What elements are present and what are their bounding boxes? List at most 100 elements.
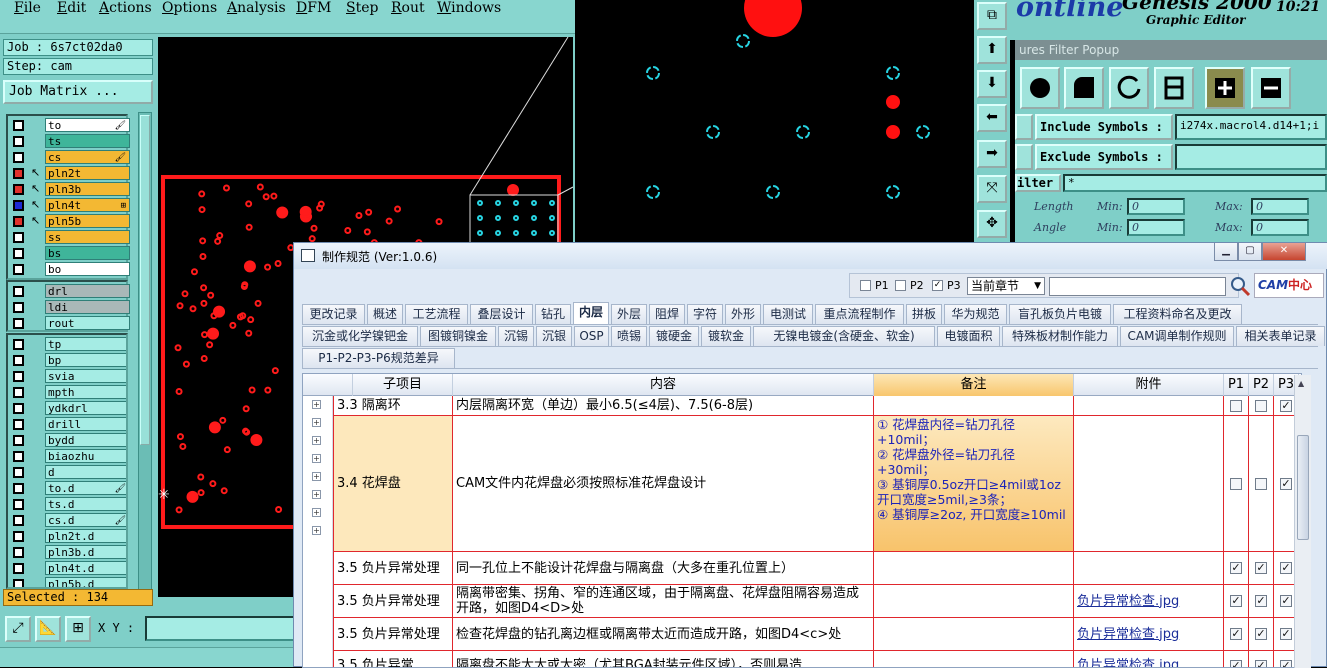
layer-checkbox[interactable] xyxy=(13,579,24,589)
layer-checkbox[interactable] xyxy=(13,286,24,297)
tab-内层[interactable]: 内层 xyxy=(573,302,609,324)
surface-filter-icon[interactable] xyxy=(1064,67,1104,109)
expand-toggle-icon[interactable]: + xyxy=(312,454,321,463)
tab-工艺流程[interactable]: 工艺流程 xyxy=(405,304,468,324)
expand-toggle-icon[interactable]: + xyxy=(312,472,321,481)
tab-沉锡[interactable]: 沉锡 xyxy=(498,326,534,346)
pan-up-icon[interactable]: ⬆ xyxy=(977,36,1007,64)
dialog-titlebar[interactable]: 制作规范 (Ver:1.0.6) ▁ ▢ ✕ xyxy=(294,243,1327,269)
text-filter-icon[interactable] xyxy=(1154,67,1194,109)
scroll-up-icon[interactable]: ▲ xyxy=(1298,379,1304,388)
layer-checkbox[interactable] xyxy=(13,216,24,227)
priority-checkbox[interactable]: ✓ xyxy=(1280,400,1292,412)
layer-checkbox[interactable] xyxy=(13,371,24,382)
pad-filter-icon[interactable] xyxy=(1020,67,1060,109)
p1-checkbox[interactable] xyxy=(860,280,871,291)
menu-rout[interactable]: Rout xyxy=(391,0,425,20)
chapter-select[interactable]: 当前章节▼ xyxy=(967,277,1045,295)
search-input[interactable] xyxy=(1049,277,1226,296)
tab-外层[interactable]: 外层 xyxy=(611,304,647,324)
layer-checkbox[interactable] xyxy=(13,547,24,558)
layer-checkbox[interactable] xyxy=(13,499,24,510)
layer-name[interactable]: pln2t xyxy=(45,166,130,180)
tab-特殊板材制作能力[interactable]: 特殊板材制作能力 xyxy=(1002,326,1118,346)
tab-图镀铜镍金[interactable]: 图镀铜镍金 xyxy=(420,326,496,346)
layer-row[interactable]: ↖pln4t⊞ xyxy=(8,198,128,213)
priority-checkbox[interactable]: ✓ xyxy=(1255,562,1267,574)
layer-name[interactable]: mpth xyxy=(45,385,128,399)
length-max-input[interactable]: 0 xyxy=(1251,198,1309,215)
tab-拼板[interactable]: 拼板 xyxy=(906,304,942,324)
include-toggle[interactable] xyxy=(1015,114,1033,140)
layer-row[interactable]: cs🖌 xyxy=(8,150,128,165)
layer-checkbox[interactable] xyxy=(13,451,24,462)
filter-input[interactable]: * xyxy=(1063,174,1327,192)
layer-name[interactable]: pln3b.d xyxy=(45,545,128,559)
layer-row[interactable]: d xyxy=(8,465,128,480)
exclude-symbols-input[interactable] xyxy=(1175,144,1327,170)
layer-name[interactable]: ts xyxy=(45,134,130,148)
column-header[interactable]: 内容 xyxy=(453,374,874,396)
p2-checkbox[interactable] xyxy=(895,280,906,291)
tab-电镀面积[interactable]: 电镀面积 xyxy=(937,326,1000,346)
scroll-thumb[interactable] xyxy=(1297,435,1309,540)
layer-row[interactable]: biaozhu xyxy=(8,449,128,464)
layer-checkbox[interactable] xyxy=(13,339,24,350)
layer-row[interactable]: ss xyxy=(8,230,128,245)
menu-options[interactable]: Options xyxy=(162,0,217,20)
layer-checkbox[interactable] xyxy=(13,248,24,259)
tab-沉金或化学镍钯金[interactable]: 沉金或化学镍钯金 xyxy=(302,326,418,346)
menu-analysis[interactable]: Analysis xyxy=(227,0,286,20)
search-icon[interactable] xyxy=(1229,275,1251,297)
menu-edit[interactable]: Edit xyxy=(57,0,86,20)
length-min-input[interactable]: 0 xyxy=(1127,198,1185,215)
column-header[interactable]: 子项目 xyxy=(353,374,453,396)
attachment-cell[interactable]: 负片异常检查.jpg xyxy=(1074,585,1224,618)
layer-name[interactable]: bs xyxy=(45,246,130,260)
add-icon[interactable] xyxy=(1205,67,1245,109)
layer-checkbox[interactable] xyxy=(13,563,24,574)
menu-windows[interactable]: Windows xyxy=(437,0,501,20)
layer-row[interactable]: ldi xyxy=(8,300,128,315)
priority-checkbox[interactable] xyxy=(1230,478,1242,490)
tab-叠层设计[interactable]: 叠层设计 xyxy=(470,304,533,324)
tab-外形[interactable]: 外形 xyxy=(725,304,761,324)
pan-left-icon[interactable]: ⬅ xyxy=(977,104,1007,132)
layer-row[interactable]: drl xyxy=(8,284,128,299)
close-button[interactable]: ✕ xyxy=(1262,243,1306,261)
view-window-icon[interactable]: ⧉ xyxy=(977,2,1007,30)
layer-checkbox[interactable] xyxy=(13,152,24,163)
priority-checkbox[interactable]: ✓ xyxy=(1255,628,1267,640)
layer-row[interactable]: pln3b.d xyxy=(8,545,128,560)
maximize-button[interactable]: ▢ xyxy=(1238,243,1262,261)
include-symbols-input[interactable]: i274x.macrol4.d14+1;i xyxy=(1175,114,1327,140)
layer-name[interactable]: bp xyxy=(45,353,128,367)
layer-name[interactable]: drl xyxy=(45,284,130,298)
layer-row[interactable]: to🖌 xyxy=(8,118,128,133)
layer-checkbox[interactable] xyxy=(13,467,24,478)
layer-name[interactable]: pln2t.d xyxy=(45,529,128,543)
table-row[interactable]: 3.3 隔离环内层隔离环宽（单边）最小6.5(≤4层)、7.5(6-8层)✓ xyxy=(333,396,1295,416)
layer-name[interactable]: cs🖌 xyxy=(45,150,130,164)
layer-name[interactable]: pln5b.d xyxy=(45,577,128,589)
layer-row[interactable]: pln4t.d xyxy=(8,561,128,576)
layer-checkbox[interactable] xyxy=(13,318,24,329)
layer-row[interactable]: ydkdrl xyxy=(8,401,128,416)
tab-华为规范[interactable]: 华为规范 xyxy=(944,304,1007,324)
xy-input[interactable] xyxy=(145,616,300,641)
layer-name[interactable]: d xyxy=(45,465,128,479)
layer-name[interactable]: pln4t.d xyxy=(45,561,128,575)
tab-概述[interactable]: 概述 xyxy=(367,304,403,324)
tab-更改记录[interactable]: 更改记录 xyxy=(302,304,365,324)
tab-OSP[interactable]: OSP xyxy=(574,326,609,346)
layer-checkbox[interactable] xyxy=(13,302,24,313)
layer-checkbox[interactable] xyxy=(13,387,24,398)
column-header[interactable]: P2 xyxy=(1249,374,1274,396)
layer-row[interactable]: ts xyxy=(8,134,128,149)
menu-actions[interactable]: Actions xyxy=(99,0,152,20)
layer-name[interactable]: ldi xyxy=(45,300,130,314)
measure-icon[interactable]: 📐 xyxy=(35,616,61,642)
layer-row[interactable]: cs.d🖌 xyxy=(8,513,128,528)
layer-row[interactable]: drill xyxy=(8,417,128,432)
layer-name[interactable]: to🖌 xyxy=(45,118,130,132)
